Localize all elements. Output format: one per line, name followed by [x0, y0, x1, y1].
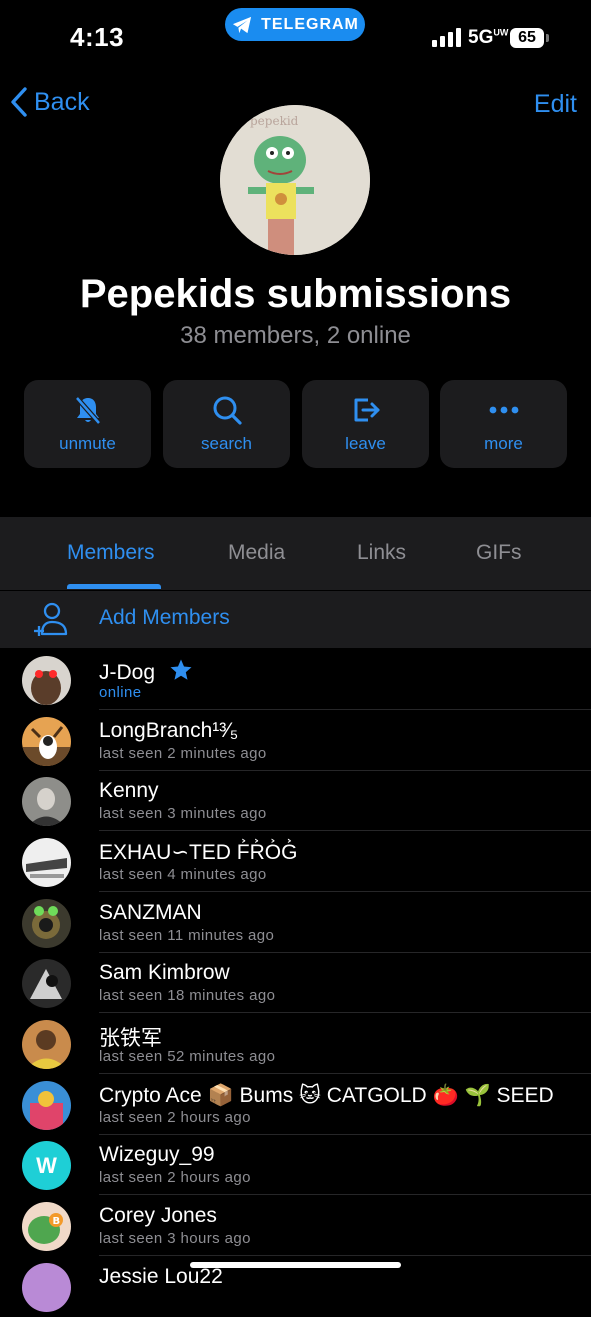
member-row[interactable]: W Wizeguy_99 last seen 2 hours ago — [0, 1134, 591, 1195]
member-row[interactable]: Kenny last seen 3 minutes ago — [0, 770, 591, 831]
group-avatar[interactable]: pepekid — [220, 105, 370, 255]
back-label: Back — [34, 87, 90, 116]
avatar-caption: pepekid — [250, 114, 299, 128]
member-status: last seen 3 minutes ago — [99, 805, 267, 822]
member-avatar — [22, 1020, 71, 1069]
network-indicator: 5GUW — [468, 27, 509, 48]
member-avatar — [22, 1263, 71, 1312]
member-status: last seen 11 minutes ago — [99, 927, 275, 944]
member-status: last seen 18 minutes ago — [99, 987, 276, 1004]
member-avatar — [22, 959, 71, 1008]
member-status: last seen 4 minutes ago — [99, 866, 267, 883]
pill-label: TELEGRAM — [261, 15, 359, 33]
battery-icon: 65 — [510, 28, 544, 48]
add-person-icon — [34, 602, 68, 636]
leave-button[interactable]: leave — [302, 380, 429, 468]
member-status: last seen 52 minutes ago — [99, 1048, 276, 1065]
member-name: Crypto Ace 📦 Bums 🐱 CATGOLD 🍅 🌱 SEED — [99, 1084, 554, 1107]
member-name: Wizeguy_99 — [99, 1143, 215, 1166]
pepe-drawing-image: pepekid — [220, 105, 370, 255]
member-row[interactable]: LongBranch¹³⁄₅ last seen 2 minutes ago — [0, 710, 591, 771]
member-avatar: B — [22, 1202, 71, 1251]
unmute-label: unmute — [59, 434, 116, 453]
leave-label: leave — [345, 434, 386, 453]
member-name: SANZMAN — [99, 901, 202, 924]
member-avatar — [22, 777, 71, 826]
member-row[interactable]: EXHAU∽TED F͐R͐O͐G͐ last seen 4 minutes a… — [0, 831, 591, 892]
member-name: Jessie Lou22 — [99, 1265, 223, 1288]
member-row[interactable]: SANZMAN last seen 11 minutes ago — [0, 892, 591, 953]
member-name: Sam Kimbrow — [99, 961, 230, 984]
leave-icon — [354, 398, 379, 422]
bell-slash-icon — [74, 396, 101, 425]
member-status: last seen 2 hours ago — [99, 1169, 251, 1186]
search-label: search — [200, 434, 253, 453]
member-row[interactable]: J-Dog online — [0, 649, 591, 710]
member-status: last seen 2 minutes ago — [99, 745, 267, 762]
member-avatar — [22, 1081, 71, 1130]
tab-media[interactable]: Media — [228, 541, 285, 565]
star-icon — [170, 659, 192, 680]
ellipsis-icon — [489, 406, 518, 414]
member-name: EXHAU∽TED F͐R͐O͐G͐ — [99, 841, 298, 864]
more-button[interactable]: more — [440, 380, 567, 468]
svg-text:B: B — [53, 1216, 61, 1227]
active-tab-indicator — [67, 584, 161, 589]
unmute-button[interactable]: unmute — [24, 380, 151, 468]
member-row[interactable]: Crypto Ace 📦 Bums 🐱 CATGOLD 🍅 🌱 SEED las… — [0, 1074, 591, 1135]
member-name: Kenny — [99, 779, 159, 802]
member-row[interactable]: Sam Kimbrow last seen 18 minutes ago — [0, 952, 591, 1013]
home-indicator — [190, 1262, 401, 1268]
member-status: last seen 3 hours ago — [99, 1230, 251, 1247]
member-row[interactable]: B Corey Jones last seen 3 hours ago — [0, 1195, 591, 1256]
group-members-count: 38 members, 2 online — [180, 322, 411, 349]
member-status: last seen 2 hours ago — [99, 1109, 251, 1126]
tab-members[interactable]: Members — [67, 541, 155, 565]
member-avatar — [22, 899, 71, 948]
member-avatar — [22, 838, 71, 887]
edit-button[interactable]: Edit — [534, 90, 577, 119]
tab-gifs[interactable]: GIFs — [476, 541, 522, 565]
back-button[interactable]: Back — [10, 86, 90, 118]
telegram-plane-icon — [233, 16, 252, 33]
member-status: online — [99, 684, 142, 701]
add-members-row[interactable] — [0, 591, 591, 648]
member-name: J-Dog — [99, 658, 193, 685]
battery-nub — [546, 34, 549, 42]
tab-links[interactable]: Links — [357, 541, 406, 565]
telegram-pill[interactable]: TELEGRAM — [225, 8, 365, 41]
chevron-left-icon — [11, 87, 27, 117]
member-avatar — [22, 717, 71, 766]
member-avatar: W — [22, 1141, 71, 1190]
signal-icon — [432, 28, 461, 47]
member-avatar — [22, 656, 71, 705]
search-icon — [213, 396, 242, 425]
search-button[interactable]: search — [163, 380, 290, 468]
more-label: more — [484, 434, 523, 453]
add-members-label[interactable]: Add Members — [99, 606, 230, 630]
member-name: LongBranch¹³⁄₅ — [99, 719, 239, 742]
group-name: Pepekids submissions — [79, 272, 512, 316]
member-row[interactable]: 张铁军 last seen 52 minutes ago — [0, 1013, 591, 1074]
status-time: 4:13 — [70, 22, 125, 52]
member-name: Corey Jones — [99, 1204, 217, 1227]
